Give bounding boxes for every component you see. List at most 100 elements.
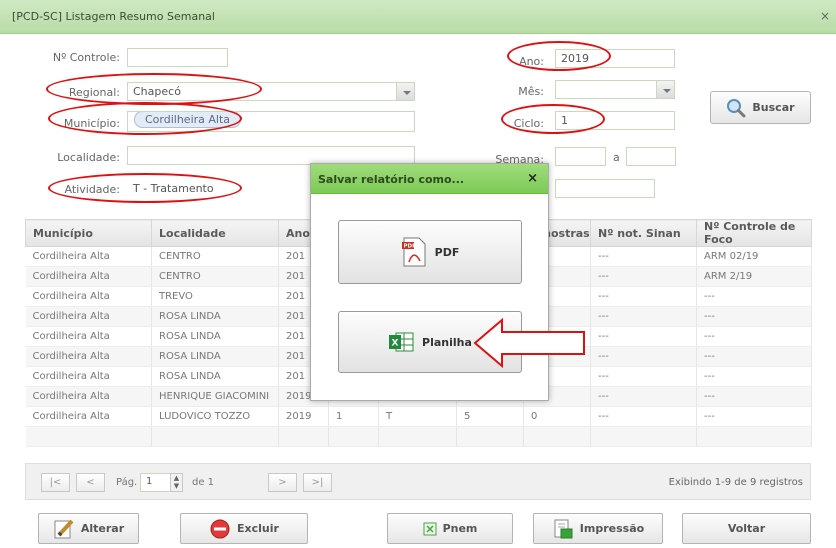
table-cell: ---: [590, 246, 697, 267]
table-cell: ---: [590, 366, 697, 387]
table-cell: Cordilheira Alta: [25, 306, 152, 327]
table-cell: Cordilheira Alta: [25, 366, 152, 387]
records-summary: Exibindo 1-9 de 9 registros: [668, 477, 803, 488]
prev-page-button[interactable]: <: [76, 473, 105, 492]
column-header[interactable]: Município: [25, 219, 152, 247]
pdf-button[interactable]: PDF PDF: [338, 220, 522, 284]
table-cell: ARM 02/19: [696, 246, 812, 267]
annotation-arrow: [473, 317, 585, 369]
pnem-label: Pnem: [442, 522, 478, 535]
regional-value: Chapecó: [133, 85, 181, 98]
chevron-down-icon[interactable]: [656, 81, 674, 98]
table-cell: LUDOVICO TOZZO: [151, 406, 279, 427]
alterar-button[interactable]: Alterar: [38, 513, 139, 544]
municipio-multiselect[interactable]: Cordilheira Alta: [127, 111, 415, 132]
table-row[interactable]: Cordilheira Alta LUDOVICO TOZZO 2019 1 T 5 0 --…: [25, 406, 812, 427]
voltar-button[interactable]: Voltar: [682, 513, 811, 544]
table-cell: Cordilheira Alta: [25, 326, 152, 347]
buscar-label: Buscar: [752, 101, 795, 114]
table-cell: HENRIQUE GIACOMINI: [151, 386, 279, 407]
localidade-label: Localidade:: [57, 151, 120, 164]
table-cell: ROSA LINDA: [151, 366, 279, 387]
pdf-label: PDF: [434, 245, 460, 259]
magnifier-icon: [727, 98, 746, 117]
ano-input[interactable]: 2019: [555, 49, 675, 68]
table-cell: ---: [590, 406, 697, 427]
table-cell: T: [378, 406, 457, 427]
xls-icon-text: X: [392, 339, 399, 349]
table-cell: ---: [696, 406, 812, 427]
alterar-label: Alterar: [80, 522, 125, 535]
regional-select[interactable]: Chapecó: [127, 82, 415, 101]
semana-end-input[interactable]: [626, 147, 676, 166]
next-page-button[interactable]: >: [268, 473, 297, 492]
table-cell: ---: [696, 366, 812, 387]
table-cell: [328, 426, 379, 447]
table-cell: Cordilheira Alta: [25, 406, 152, 427]
dialog-title: Salvar relatório como...: [318, 173, 465, 186]
table-cell: 0: [523, 406, 591, 427]
table-cell: [456, 426, 524, 447]
dialog-titlebar: Salvar relatório como... ×: [311, 164, 548, 194]
close-icon[interactable]: ×: [820, 9, 830, 23]
print-report-icon: [554, 519, 573, 538]
table-cell: Cordilheira Alta: [25, 346, 152, 367]
table-cell: CENTRO: [151, 246, 279, 267]
municipio-label: Município:: [63, 117, 120, 130]
column-header[interactable]: Nº not. Sinan: [590, 219, 697, 247]
mes-label: Mês:: [518, 85, 544, 98]
extra-filter-input[interactable]: [555, 179, 655, 198]
page-input[interactable]: 1: [140, 473, 172, 492]
table-cell: Cordilheira Alta: [25, 286, 152, 307]
municipio-chip[interactable]: Cordilheira Alta: [134, 112, 242, 128]
excluir-label: Excluir: [237, 522, 279, 535]
table-cell: Cordilheira Alta: [25, 246, 152, 267]
window-titlebar: [PCD-SC] Listagem Resumo Semanal ×: [0, 0, 836, 34]
window-title: [PCD-SC] Listagem Resumo Semanal: [12, 10, 215, 23]
table-cell: ROSA LINDA: [151, 346, 279, 367]
table-cell: 2019: [278, 406, 329, 427]
table-cell: [590, 426, 697, 447]
table-cell: ROSA LINDA: [151, 326, 279, 347]
delete-circle-icon: [210, 519, 230, 538]
close-icon[interactable]: ×: [527, 171, 538, 186]
page-label: Pág.: [116, 477, 138, 488]
table-cell: [151, 426, 279, 447]
chevron-down-icon[interactable]: [396, 83, 414, 100]
semana-start-input[interactable]: [555, 147, 606, 166]
table-cell: ---: [696, 306, 812, 327]
table-cell: ---: [590, 346, 697, 367]
table-cell: 1: [328, 406, 379, 427]
table-cell: Cordilheira Alta: [25, 266, 152, 287]
page-spinner-icon[interactable]: ▲ ▼: [170, 473, 183, 492]
controle-input[interactable]: [127, 48, 228, 67]
table-cell: TREVO: [151, 286, 279, 307]
buscar-button[interactable]: Buscar: [710, 91, 811, 124]
atividade-value[interactable]: T - Tratamento: [127, 179, 312, 198]
pdf-icon-text: PDF: [403, 244, 416, 250]
table-cell: ARM 2/19: [696, 266, 812, 287]
controle-label: Nº Controle:: [52, 51, 120, 64]
pnem-button[interactable]: Pnem: [387, 513, 513, 544]
table-cell: ---: [696, 326, 812, 347]
first-page-button[interactable]: |<: [41, 473, 70, 492]
column-header[interactable]: Nº Controle de Foco: [696, 219, 812, 247]
table-cell: ---: [590, 386, 697, 407]
table-cell: Cordilheira Alta: [25, 386, 152, 407]
pdf-file-icon: PDF: [401, 237, 426, 267]
table-cell: ---: [696, 286, 812, 307]
table-cell: ---: [696, 386, 812, 407]
last-page-button[interactable]: >|: [303, 473, 332, 492]
ciclo-input[interactable]: 1: [555, 111, 675, 130]
table-cell: [523, 426, 591, 447]
excluir-button[interactable]: Excluir: [180, 513, 308, 544]
table-cell: [25, 426, 152, 447]
table-cell: [696, 426, 812, 447]
impressao-label: Impressão: [579, 522, 645, 535]
ciclo-label: Ciclo:: [513, 117, 544, 130]
planilha-label: Planilha: [422, 335, 472, 349]
table-cell: ---: [696, 346, 812, 367]
spreadsheet-icon: X: [389, 332, 414, 352]
impressao-button[interactable]: Impressão: [533, 513, 663, 544]
column-header[interactable]: Localidade: [151, 219, 279, 247]
